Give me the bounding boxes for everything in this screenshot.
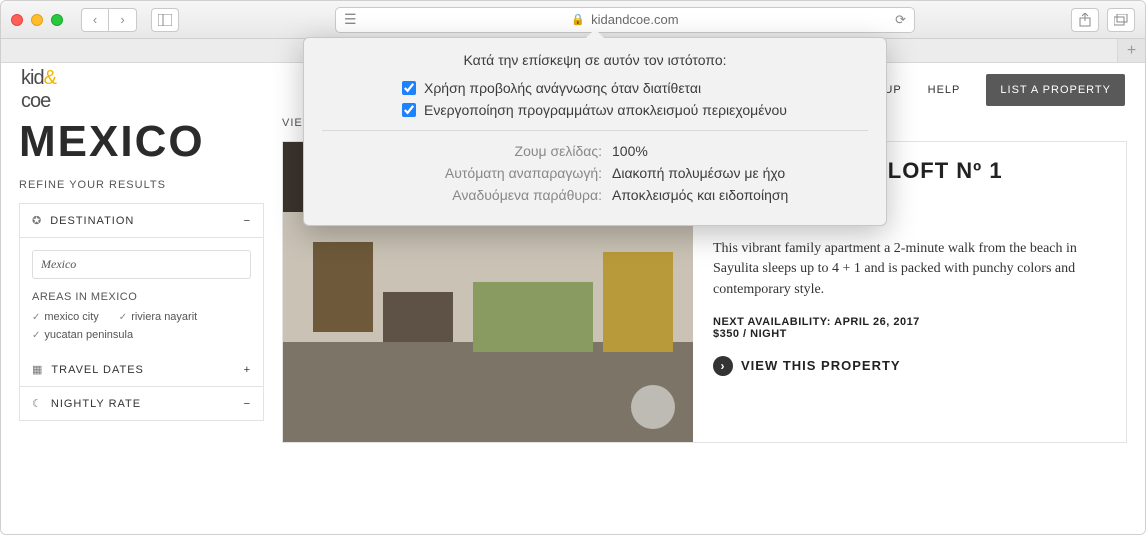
forward-button[interactable]: › xyxy=(109,8,137,32)
areas-title: AREAS IN MEXICO xyxy=(32,291,251,303)
minimize-window-button[interactable] xyxy=(31,14,43,26)
popover-title: Κατά την επίσκεψη σε αυτόν τον ιστότοπο: xyxy=(322,52,868,68)
calendar-icon: ▦ xyxy=(32,363,43,376)
moon-icon: ☾ xyxy=(32,397,43,410)
check-icon: ✓ xyxy=(32,312,40,323)
close-window-button[interactable] xyxy=(11,14,23,26)
filter-destination-header[interactable]: ✪DESTINATION − xyxy=(20,204,263,238)
filter-travel-dates-header[interactable]: ▦TRAVEL DATES + xyxy=(20,353,263,387)
page-title: MEXICO xyxy=(19,117,264,167)
tabs-button[interactable] xyxy=(1107,8,1135,32)
new-tab-button[interactable]: + xyxy=(1117,39,1145,62)
listing-description: This vibrant family apartment a 2-minute… xyxy=(713,239,1106,300)
window-controls xyxy=(11,14,63,26)
collapse-icon: − xyxy=(244,215,251,227)
divider xyxy=(322,130,868,131)
globe-icon: ✪ xyxy=(32,214,42,227)
address-bar[interactable]: ☰ 🔒 kidandcoe.com ⟳ xyxy=(335,7,915,33)
reader-view-checkbox-row[interactable]: Χρήση προβολής ανάγνωσης όταν διατίθεται xyxy=(402,80,868,96)
content-blockers-checkbox[interactable] xyxy=(402,103,416,117)
share-button[interactable] xyxy=(1071,8,1099,32)
destination-input[interactable] xyxy=(32,250,251,279)
listing-price: $350 / NIGHT xyxy=(713,328,1106,340)
listing-availability: NEXT AVAILABILITY: APRIL 26, 2017 xyxy=(713,316,1106,328)
arrow-right-icon: › xyxy=(713,356,733,376)
browser-titlebar: ‹ › ☰ 🔒 kidandcoe.com ⟳ xyxy=(1,1,1145,39)
zoom-row[interactable]: Ζουμ σελίδας: 100% xyxy=(322,143,868,159)
area-item[interactable]: ✓mexico city xyxy=(32,311,99,323)
help-link[interactable]: HELP xyxy=(928,84,961,96)
autoplay-row[interactable]: Αυτόματη αναπαραγωγή: Διακοπή πολυμέσων … xyxy=(322,165,868,181)
collapse-icon: − xyxy=(244,398,251,410)
address-url: kidandcoe.com xyxy=(591,12,678,27)
reload-icon[interactable]: ⟳ xyxy=(895,12,906,28)
refine-label: REFINE YOUR RESULTS xyxy=(19,179,264,191)
back-button[interactable]: ‹ xyxy=(81,8,109,32)
expand-icon: + xyxy=(244,364,251,376)
reader-icon[interactable]: ☰ xyxy=(344,11,357,28)
sidebar-toggle-button[interactable] xyxy=(151,8,179,32)
view-property-link[interactable]: › VIEW THIS PROPERTY xyxy=(713,356,1106,376)
check-icon: ✓ xyxy=(119,312,127,323)
site-settings-popover: Κατά την επίσκεψη σε αυτόν τον ιστότοπο:… xyxy=(303,37,887,226)
content-blockers-checkbox-row[interactable]: Ενεργοποίηση προγραμμάτων αποκλεισμού πε… xyxy=(402,102,868,118)
area-item[interactable]: ✓riviera nayarit xyxy=(119,311,197,323)
popups-row[interactable]: Αναδυόμενα παράθυρα: Αποκλεισμός και ειδ… xyxy=(322,187,868,203)
area-item[interactable]: ✓yucatan peninsula xyxy=(32,329,133,341)
check-icon: ✓ xyxy=(32,330,40,341)
site-logo[interactable]: kid&coe xyxy=(21,67,56,113)
lock-icon: 🔒 xyxy=(571,13,585,26)
reader-view-checkbox[interactable] xyxy=(402,81,416,95)
filter-nightly-rate-header[interactable]: ☾NIGHTLY RATE − xyxy=(20,387,263,420)
fullscreen-window-button[interactable] xyxy=(51,14,63,26)
list-property-button[interactable]: LIST A PROPERTY xyxy=(986,74,1125,106)
